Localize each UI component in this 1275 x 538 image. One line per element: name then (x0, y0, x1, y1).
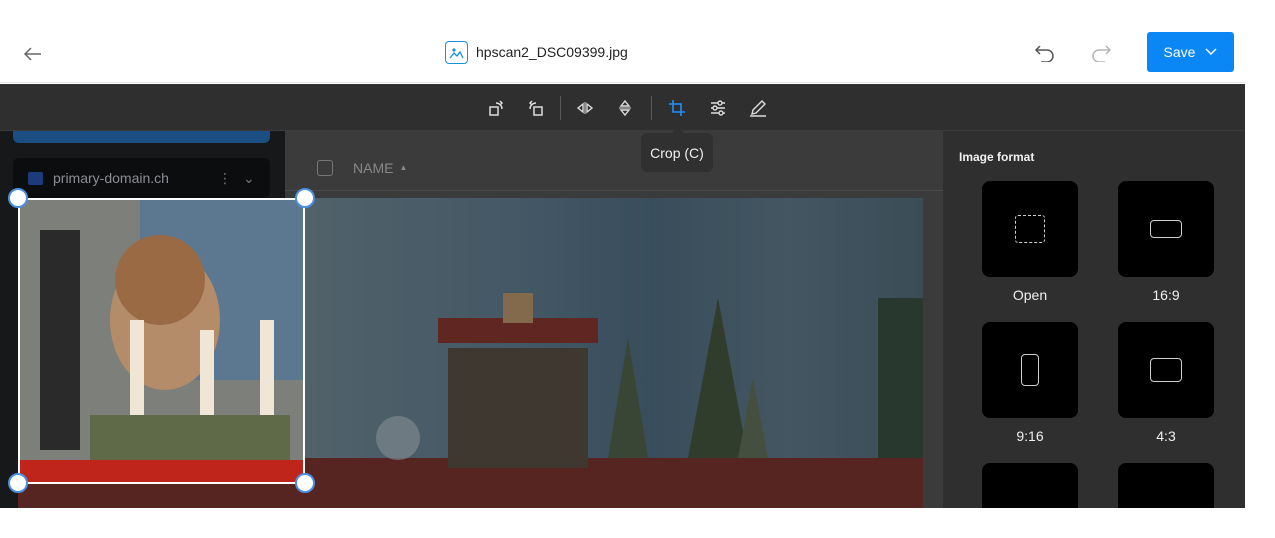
background-list-header: NAME ▲ (285, 145, 943, 191)
redo-icon (1092, 45, 1112, 62)
save-button-label: Save (1163, 44, 1196, 60)
panel-title: Image format (959, 150, 1035, 164)
column-header-name: NAME (353, 159, 394, 176)
flip-horizontal-tool[interactable] (572, 95, 598, 121)
crop-photo-content (20, 200, 303, 482)
redo-button[interactable] (1086, 39, 1116, 67)
flip-vertical-tool[interactable] (612, 95, 638, 121)
database-icon (28, 171, 43, 185)
file-name: hpscan2_DSC09399.jpg (476, 44, 628, 60)
crop-handle-bottom-right[interactable] (295, 473, 315, 493)
chevron-down-icon (1205, 48, 1217, 56)
format-label: 9:16 (1016, 428, 1044, 444)
file-title: hpscan2_DSC09399.jpg (445, 39, 628, 65)
portrait-format-icon (1021, 354, 1039, 386)
back-button[interactable] (18, 39, 48, 69)
sliders-icon (711, 100, 725, 116)
annotate-tool[interactable] (745, 95, 771, 121)
open-format-icon (1015, 215, 1045, 243)
format-label: 4:3 (1156, 428, 1176, 444)
rotate-right-icon (528, 100, 543, 116)
format-option-open[interactable] (982, 181, 1078, 277)
landscape-format-icon (1150, 220, 1182, 238)
background-domain-selector: primary-domain.ch ⋮ ⌄ (13, 158, 270, 198)
format-label: Open (1012, 287, 1048, 303)
editor-toolbar (0, 84, 1245, 131)
crop-handle-bottom-left[interactable] (8, 473, 28, 493)
undo-icon (1034, 45, 1054, 62)
format-option[interactable] (1118, 463, 1214, 508)
flip-horizontal-icon (576, 102, 594, 114)
editor-header: hpscan2_DSC09399.jpg Save (0, 25, 1245, 83)
rotate-left-tool[interactable] (484, 95, 510, 121)
background-primary-button (13, 131, 270, 143)
chevron-down-icon: ⌄ (243, 169, 255, 186)
format-option-4-3[interactable] (1118, 322, 1214, 418)
crop-selection[interactable] (18, 198, 305, 484)
sort-asc-icon: ▲ (399, 163, 408, 172)
toolbar-divider (651, 96, 652, 120)
landscape-format-icon (1150, 358, 1182, 382)
format-option-9-16[interactable] (982, 322, 1078, 418)
adjust-tool[interactable] (705, 95, 731, 121)
image-editor: hpscan2_DSC09399.jpg Save Crop (C) prima… (0, 0, 1245, 508)
domain-name: primary-domain.ch (53, 170, 169, 186)
crop-tool[interactable] (664, 95, 690, 121)
format-label: 16:9 (1152, 287, 1180, 303)
format-option[interactable] (982, 463, 1078, 508)
crop-tooltip: Crop (C) (641, 127, 713, 172)
rotate-right-tool[interactable] (522, 95, 548, 121)
flip-vertical-icon (619, 99, 631, 117)
crop-handle-top-left[interactable] (8, 188, 28, 208)
select-all-checkbox (317, 159, 333, 176)
crop-icon (669, 100, 685, 116)
toolbar-divider (560, 96, 561, 120)
undo-button[interactable] (1030, 39, 1060, 67)
more-icon: ⋮ (218, 169, 232, 186)
pen-icon (750, 100, 766, 117)
save-button[interactable]: Save (1147, 32, 1234, 72)
crop-handle-top-right[interactable] (295, 188, 315, 208)
image-format-panel: Image format Open 16:9 9:16 4:3 (943, 131, 1245, 508)
arrow-left-icon (23, 47, 41, 61)
image-file-icon (445, 40, 468, 64)
rotate-left-icon (489, 100, 504, 116)
format-option-16-9[interactable] (1118, 181, 1214, 277)
